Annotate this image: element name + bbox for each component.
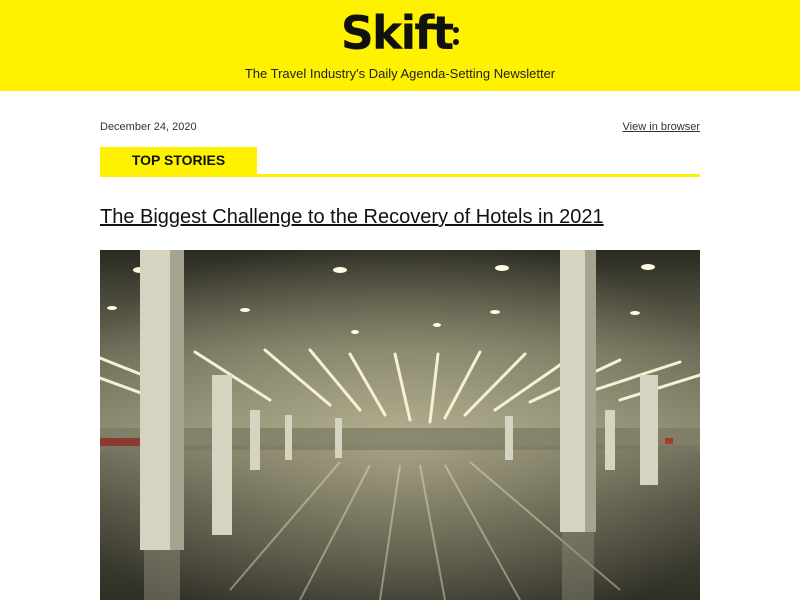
newsletter-tagline: The Travel Industry's Daily Agenda-Setti… (244, 66, 556, 81)
issue-date: December 24, 2020 (100, 121, 197, 133)
view-in-browser-link[interactable]: View in browser (623, 121, 700, 133)
section-header: TOP STORIES (100, 147, 700, 177)
skift-logo[interactable]: Skift (0, 4, 800, 62)
logo-dots-icon (453, 9, 460, 49)
newsletter-header: Skift The Travel Industry's Daily Agenda… (0, 0, 800, 91)
story-headline-link[interactable]: The Biggest Challenge to the Recovery of… (100, 206, 700, 229)
logo-wordmark: Skift (340, 6, 454, 60)
section-tab-top-stories: TOP STORIES (100, 147, 257, 174)
empty-convention-hall-photo (100, 250, 700, 600)
story-hero-image[interactable] (100, 250, 700, 600)
